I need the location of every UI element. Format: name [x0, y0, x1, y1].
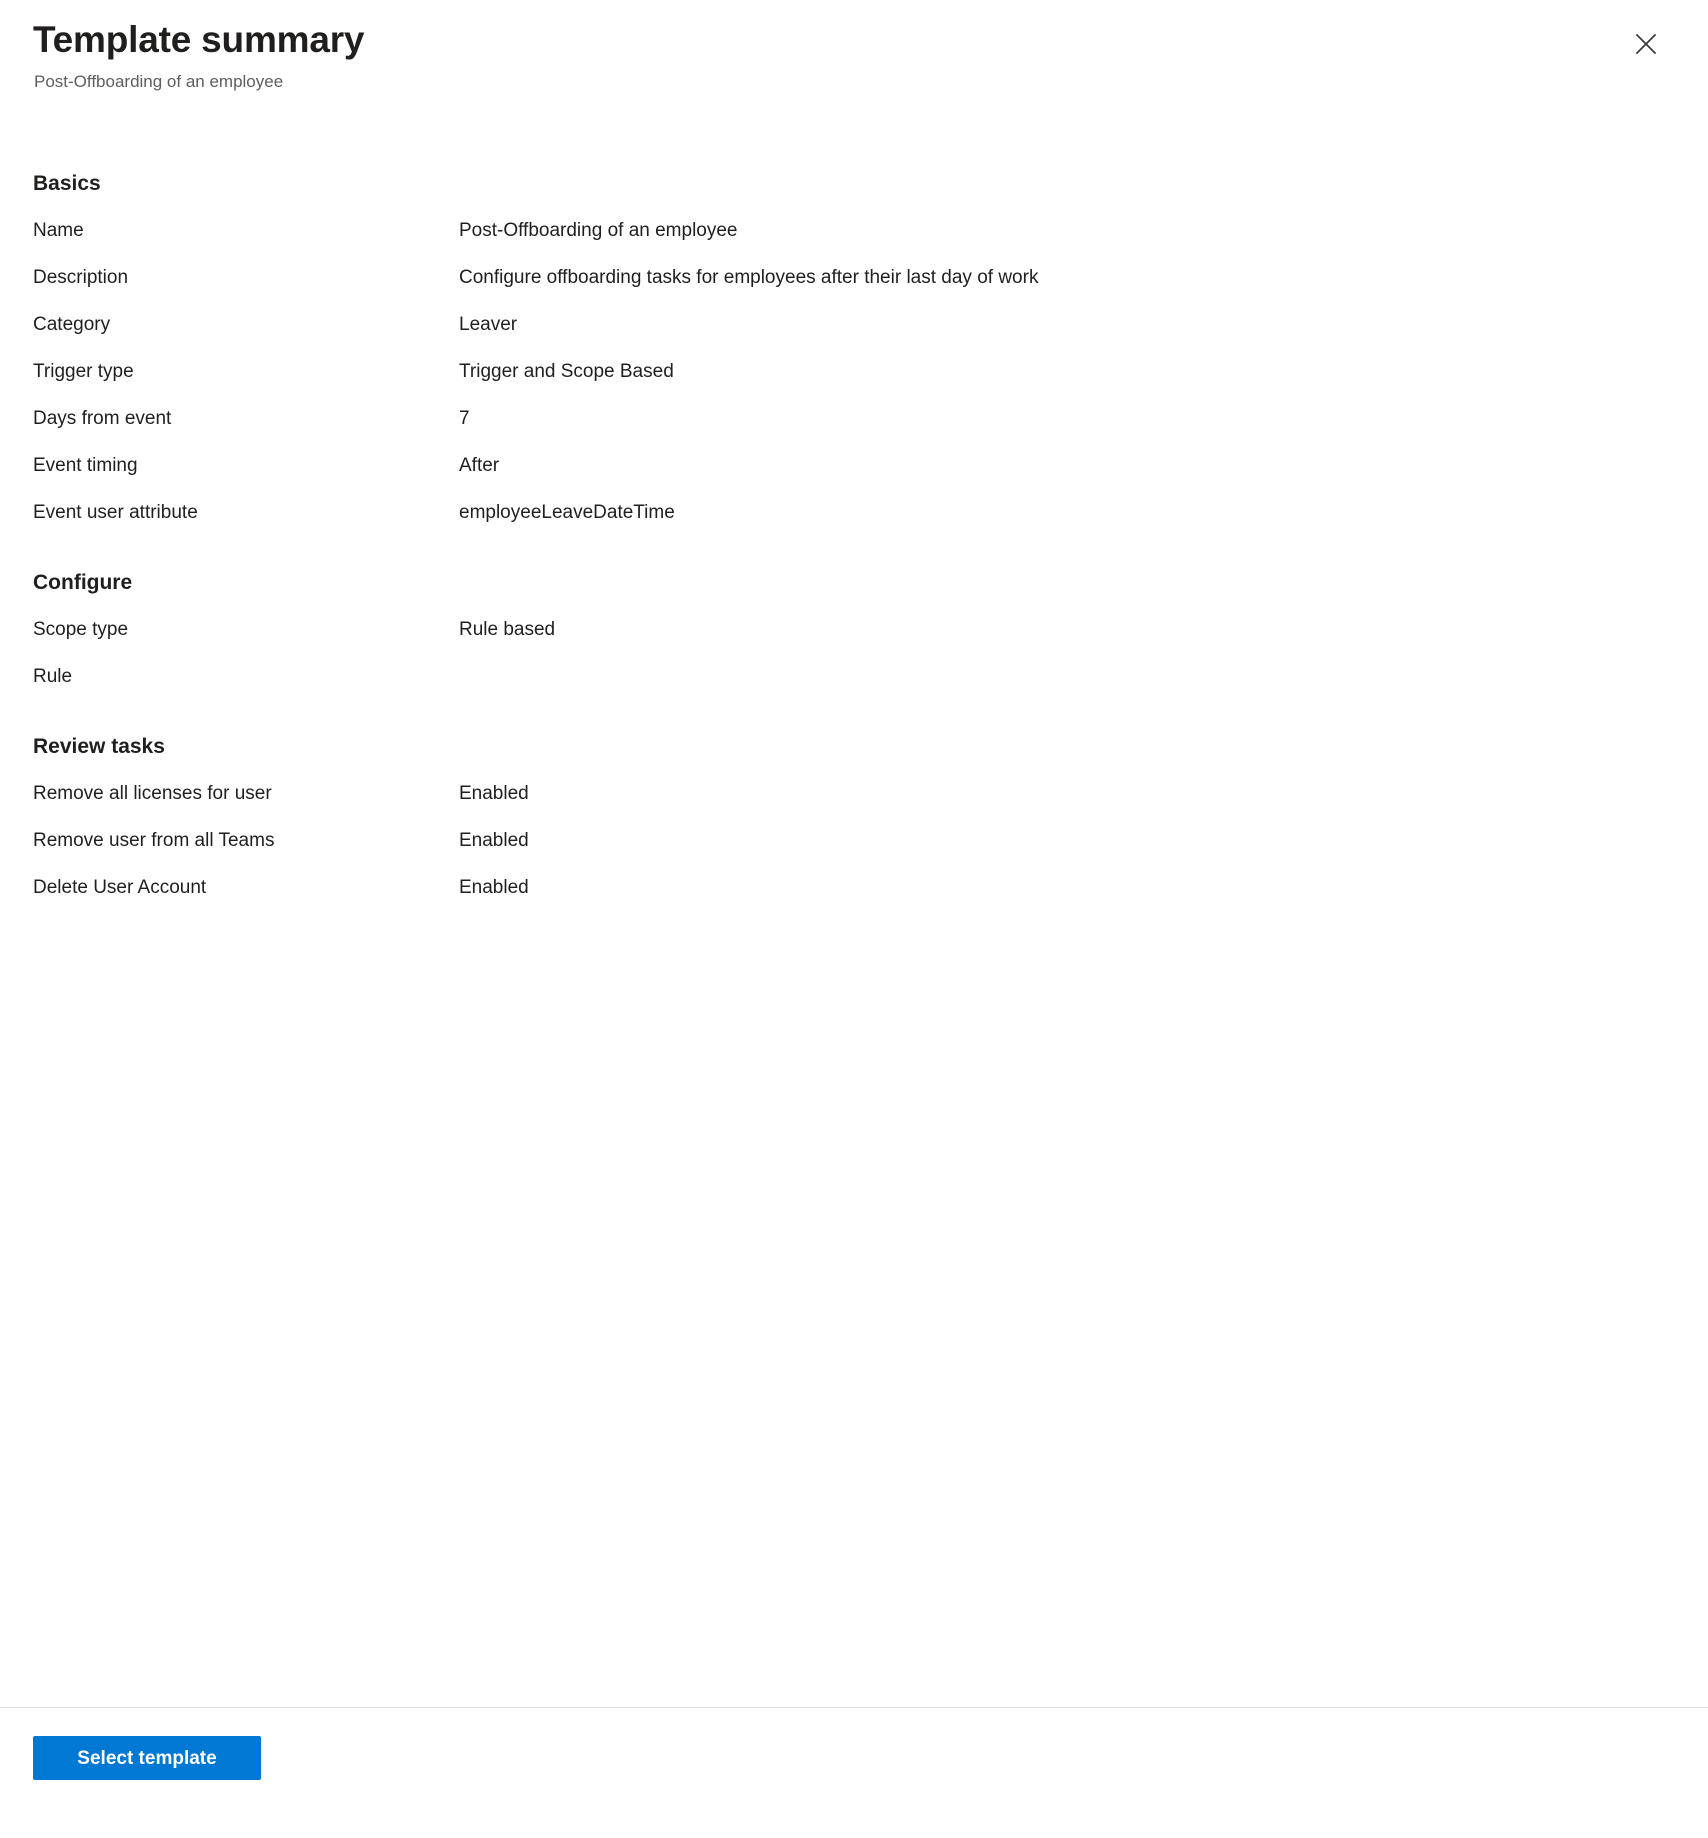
- select-template-button[interactable]: Select template: [33, 1736, 261, 1780]
- row-value: employeeLeaveDateTime: [459, 501, 675, 523]
- row-label: Description: [33, 266, 129, 288]
- row-value: Trigger and Scope Based: [459, 360, 674, 382]
- close-icon: [1632, 30, 1660, 58]
- row-label: Trigger type: [33, 360, 134, 382]
- task-row-remove-licenses: Remove all licenses for user Enabled: [33, 781, 1675, 807]
- section-title-basics: Basics: [33, 171, 101, 195]
- row-value: Leaver: [459, 313, 518, 335]
- task-label: Remove all licenses for user: [33, 783, 272, 805]
- task-status: Enabled: [459, 877, 529, 899]
- blade-header: Template summary Post-Offboarding of an …: [0, 0, 1708, 93]
- row-label: Days from event: [33, 407, 172, 429]
- row-label: Name: [33, 219, 84, 241]
- summary-row-scope-type: Scope type Rule based: [33, 617, 1675, 643]
- blade-content: Basics Name Post-Offboarding of an emplo…: [0, 93, 1708, 1707]
- task-label: Remove user from all Teams: [33, 830, 275, 852]
- section-review-tasks: Review tasks Remove all licenses for use…: [33, 734, 1675, 901]
- task-row-delete-user-account: Delete User Account Enabled: [33, 875, 1675, 901]
- summary-row-trigger-type: Trigger type Trigger and Scope Based: [33, 359, 1675, 385]
- section-basics: Basics Name Post-Offboarding of an emplo…: [33, 171, 1675, 526]
- task-status: Enabled: [459, 783, 529, 805]
- row-label: Event timing: [33, 454, 138, 476]
- row-label: Category: [33, 313, 111, 335]
- row-value: 7: [459, 407, 470, 429]
- page-subtitle: Post-Offboarding of an employee: [34, 72, 284, 92]
- row-value: Configure offboarding tasks for employee…: [459, 266, 1039, 288]
- summary-row-event-timing: Event timing After: [33, 453, 1675, 479]
- page-title: Template summary: [33, 19, 365, 60]
- template-summary-blade: Template summary Post-Offboarding of an …: [0, 0, 1708, 1838]
- summary-row-rule: Rule: [33, 664, 1675, 690]
- row-value: Rule based: [459, 619, 556, 641]
- row-label: Event user attribute: [33, 501, 198, 523]
- row-label: Rule: [33, 666, 73, 688]
- task-row-remove-from-teams: Remove user from all Teams Enabled: [33, 828, 1675, 854]
- section-title-configure: Configure: [33, 570, 133, 594]
- summary-row-name: Name Post-Offboarding of an employee: [33, 218, 1675, 244]
- summary-row-event-user-attribute: Event user attribute employeeLeaveDateTi…: [33, 500, 1675, 526]
- summary-row-description: Description Configure offboarding tasks …: [33, 265, 1675, 291]
- task-label: Delete User Account: [33, 877, 207, 899]
- row-label: Scope type: [33, 619, 129, 641]
- summary-row-category: Category Leaver: [33, 312, 1675, 338]
- summary-row-days-from-event: Days from event 7: [33, 406, 1675, 432]
- row-value: Post-Offboarding of an employee: [459, 219, 738, 241]
- section-title-review-tasks: Review tasks: [33, 735, 165, 759]
- close-button[interactable]: [1624, 22, 1668, 66]
- row-value: After: [459, 454, 500, 476]
- blade-footer: Select template: [0, 1707, 1708, 1838]
- task-status: Enabled: [459, 830, 529, 852]
- section-configure: Configure Scope type Rule based Rule: [33, 570, 1675, 690]
